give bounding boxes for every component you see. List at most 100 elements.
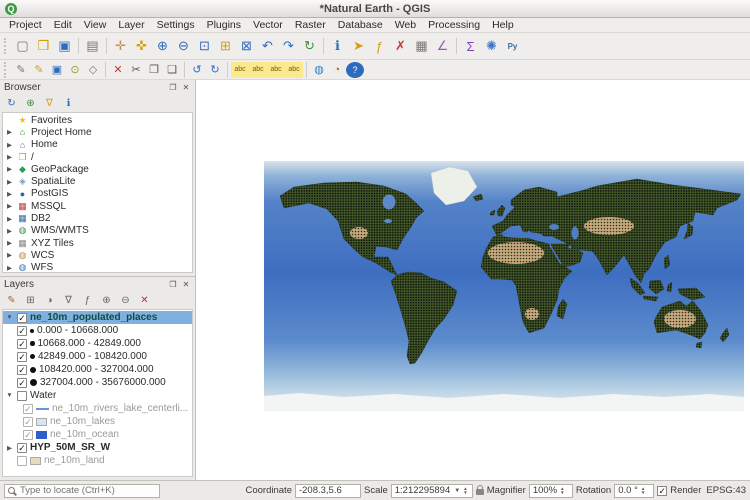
render-checkbox[interactable]: ✓ [657,485,668,496]
scale-combo[interactable]: 1:212295894 ▼ ▲ ▼ [390,483,473,498]
group-checkbox[interactable] [17,390,27,401]
zoom-out-icon[interactable]: ⊖ [173,36,194,57]
locate-search[interactable] [4,483,160,498]
class-checkbox[interactable]: ✓ [17,351,27,362]
menu-edit[interactable]: Edit [48,19,78,31]
chevron-down-icon[interactable]: ▼ [454,488,460,494]
vertex-tool-icon[interactable]: ◇ [84,62,102,78]
open-project-icon[interactable]: ❒ [33,36,54,57]
toolbar-handle[interactable] [4,38,10,54]
layout-manager-icon[interactable]: ▤ [82,36,103,57]
toolbar-handle[interactable] [4,61,10,78]
statistics-icon[interactable]: Σ [460,36,481,57]
layer-row-ocean[interactable]: ✓ ne_10m_ocean [3,428,192,441]
layer-styling-icon[interactable]: ✎ [3,293,20,308]
browser-item-xyz[interactable]: ▶ ▦ XYZ Tiles [3,237,192,249]
zoom-next-icon[interactable]: ↷ [278,36,299,57]
layer-checkbox[interactable]: ✓ [23,403,33,414]
expander-icon[interactable]: ▶ [5,190,14,198]
browser-filter-icon[interactable]: ∇ [41,96,58,111]
menu-plugins[interactable]: Plugins [201,19,247,31]
zoom-to-selection-icon[interactable]: ⊞ [215,36,236,57]
expander-icon[interactable]: ▼ [5,314,14,321]
layer-checkbox[interactable] [17,455,27,466]
browser-item-wms[interactable]: ▶ ◍ WMS/WMTS [3,225,192,237]
map-refresh-icon[interactable]: ↻ [299,36,320,57]
expander-icon[interactable]: ▶ [5,444,14,452]
layer-row-lakes[interactable]: ✓ ne_10m_lakes [3,415,192,428]
expand-all-icon[interactable]: ⊕ [98,293,115,308]
temporal-controller-icon[interactable]: ◔ [328,62,346,78]
float-panel-icon[interactable]: ❐ [168,280,178,289]
add-feature-icon[interactable]: ⊙ [66,62,84,78]
remove-layer-icon[interactable]: ✕ [136,293,153,308]
group-row-water[interactable]: ▼ Water [3,389,192,402]
expander-icon[interactable]: ▼ [5,392,14,399]
float-panel-icon[interactable]: ❐ [168,83,178,92]
diagram-options-icon[interactable]: abc [249,61,267,78]
current-edits-icon[interactable]: ✎ [12,62,30,78]
close-panel-icon[interactable]: ✕ [181,83,191,92]
browser-item-home[interactable]: ▶ ⌂ Home [3,139,192,151]
menu-processing[interactable]: Processing [422,19,486,31]
layer-checkbox[interactable]: ✓ [23,416,33,427]
deselect-features-icon[interactable]: ✗ [390,36,411,57]
world-map[interactable] [264,161,744,411]
zoom-last-icon[interactable]: ↶ [257,36,278,57]
filter-legend-icon[interactable]: ∇ [60,293,77,308]
expander-icon[interactable]: ▶ [5,128,14,136]
undo-icon[interactable]: ↺ [188,62,206,78]
save-project-icon[interactable]: ▣ [54,36,75,57]
select-by-expression-icon[interactable]: ƒ [369,36,390,57]
legend-class-row[interactable]: ✓ 10668.000 - 42849.000 [3,337,192,350]
browser-item-geopackage[interactable]: ▶ ◆ GeoPackage [3,163,192,175]
menu-vector[interactable]: Vector [247,19,289,31]
map-themes-icon[interactable]: ◑ [41,293,58,308]
browser-item-spatialite[interactable]: ▶ ◈ SpatiaLite [3,175,192,187]
attribute-table-icon[interactable]: ▦ [411,36,432,57]
legend-class-row[interactable]: ✓ 42849.000 - 108420.000 [3,350,192,363]
copy-features-icon[interactable]: ❐ [145,62,163,78]
save-layer-edits-icon[interactable]: ▣ [48,62,66,78]
browser-add-layers-icon[interactable]: ⊕ [22,96,39,111]
layer-row-rivers[interactable]: ✓ ne_10m_rivers_lake_centerli... [3,402,192,415]
browser-item-wcs[interactable]: ▶ ◍ WCS [3,249,192,261]
class-checkbox[interactable]: ✓ [17,377,27,388]
menu-web[interactable]: Web [389,19,422,31]
filter-expression-icon[interactable]: ƒ [79,293,96,308]
3d-map-view-icon[interactable]: ◍ [310,62,328,78]
pan-map-icon[interactable]: ✛ [110,36,131,57]
browser-item-favorites[interactable]: ★ Favorites [3,114,192,126]
measure-icon[interactable]: ∠ [432,36,453,57]
browser-item-db2[interactable]: ▶ ▦ DB2 [3,212,192,224]
move-label-icon[interactable]: abc [285,61,303,78]
help-icon[interactable]: ? [346,61,364,78]
layer-checkbox[interactable]: ✓ [17,442,27,453]
select-features-icon[interactable]: ➤ [348,36,369,57]
legend-class-row[interactable]: ✓ 0.000 - 10668.000 [3,324,192,337]
expander-icon[interactable]: ▶ [5,165,14,173]
expander-icon[interactable]: ▶ [5,153,14,161]
menu-layer[interactable]: Layer [112,19,150,31]
paste-features-icon[interactable]: ❑ [163,62,181,78]
pan-to-selection-icon[interactable]: ✜ [131,36,152,57]
browser-properties-icon[interactable]: ℹ [60,96,77,111]
expander-icon[interactable]: ▶ [5,227,14,235]
zoom-full-icon[interactable]: ⊡ [194,36,215,57]
collapse-all-icon[interactable]: ⊖ [117,293,134,308]
menu-help[interactable]: Help [486,19,520,31]
pinned-labels-icon[interactable]: abc [267,61,285,78]
legend-class-row[interactable]: ✓ 108420.000 - 327004.000 [3,363,192,376]
zoom-to-layer-icon[interactable]: ⊠ [236,36,257,57]
locate-input[interactable] [18,484,156,497]
toggle-editing-icon[interactable]: ✎ [30,62,48,78]
expander-icon[interactable]: ▶ [5,239,14,247]
lock-icon[interactable] [475,485,484,495]
expander-icon[interactable]: ▶ [5,215,14,223]
layer-row-land[interactable]: ne_10m_land [3,454,192,467]
layer-checkbox[interactable]: ✓ [17,312,27,323]
class-checkbox[interactable]: ✓ [17,338,27,349]
crs-status[interactable]: EPSG:43 [704,485,746,496]
spinner-icon[interactable]: ▲ ▼ [560,486,564,495]
spinner-icon[interactable]: ▲ ▼ [463,486,467,495]
